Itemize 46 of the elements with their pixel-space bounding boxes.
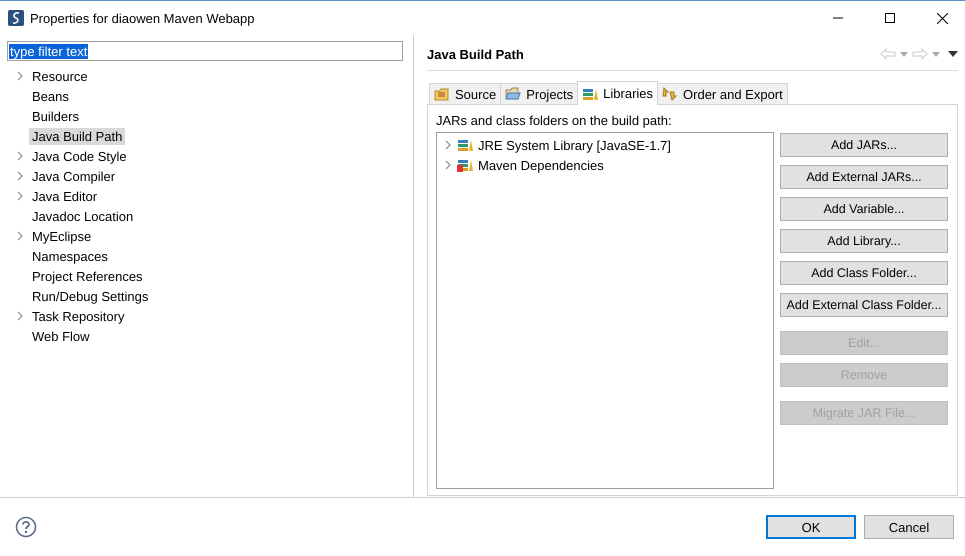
sidebar-item[interactable]: Javadoc Location (29, 208, 136, 224)
action-button[interactable]: Add External JARs... (780, 165, 948, 189)
books-icon (582, 86, 598, 100)
list-item[interactable]: Maven Dependencies (478, 158, 604, 172)
menu-icon[interactable] (948, 51, 958, 57)
dropdown-arrow-icon[interactable] (932, 52, 940, 56)
sidebar-item[interactable]: MyEclipse (29, 228, 94, 244)
books-icon (457, 158, 473, 172)
sidebar-item[interactable]: Namespaces (29, 248, 111, 264)
folder-icon (505, 87, 522, 101)
dialog-button[interactable]: Cancel (864, 515, 954, 539)
action-button[interactable]: Add Library... (780, 229, 948, 253)
window-title: Properties for diaowen Maven Webapp (30, 10, 256, 26)
tab[interactable]: Source (429, 83, 502, 104)
books-icon (457, 138, 473, 152)
sidebar-item[interactable]: Resource (29, 68, 91, 84)
sidebar-item[interactable]: Java Editor (29, 188, 100, 204)
tab[interactable]: Libraries (577, 81, 658, 105)
sidebar-item[interactable]: Java Code Style (29, 148, 130, 164)
sidebar-item[interactable]: Task Repository (29, 308, 128, 324)
help-icon[interactable] (15, 516, 37, 538)
list-label: JARs and class folders on the build path: (436, 113, 673, 128)
sidebar-item[interactable]: Run/Debug Settings (29, 288, 152, 304)
app-logo-icon (8, 10, 24, 26)
action-button[interactable]: Add Variable... (780, 197, 948, 221)
sidebar-item[interactable]: Beans (29, 88, 72, 104)
tab[interactable]: Projects (500, 83, 578, 104)
maximize-icon[interactable] (885, 13, 895, 23)
package-folder-icon (434, 87, 450, 101)
action-button[interactable]: Add JARs... (780, 133, 948, 157)
arrows-icon (662, 87, 678, 101)
sidebar-item[interactable]: Java Build Path (29, 128, 126, 144)
filter-field[interactable]: type filter text (7, 41, 403, 61)
action-button[interactable]: Add External Class Folder... (780, 293, 948, 317)
sidebar-item[interactable]: Project References (29, 268, 146, 284)
close-icon[interactable] (936, 12, 948, 24)
sidebar-item[interactable]: Java Compiler (29, 168, 118, 184)
action-button[interactable]: Add Class Folder... (780, 261, 948, 285)
library-list[interactable]: JRE System Library [JavaSE-1.7] Maven Dependencies (436, 132, 774, 489)
list-item[interactable]: JRE System Library [JavaSE-1.7] (478, 138, 671, 152)
page-title: Java Build Path (427, 46, 525, 62)
tab[interactable]: Order and Export (657, 83, 788, 104)
dropdown-arrow-icon[interactable] (900, 52, 908, 56)
sidebar-item[interactable]: Web Flow (29, 328, 93, 344)
dialog-button[interactable]: OK (766, 515, 856, 539)
sidebar-item[interactable]: Builders (29, 108, 82, 124)
